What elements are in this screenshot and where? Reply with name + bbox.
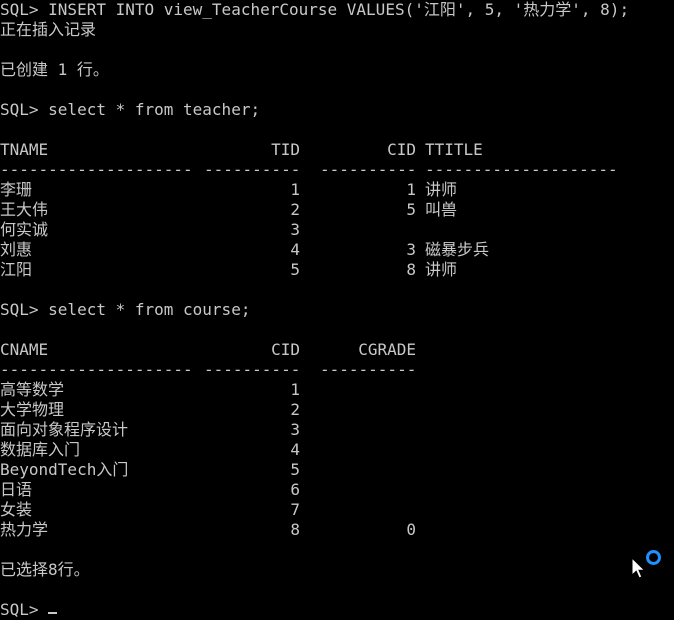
separator-tid: ---------- <box>204 160 301 179</box>
cell-cid: 5 <box>406 200 416 219</box>
table-row: 刘惠 4 3 磁暴步兵 <box>0 240 674 260</box>
cell-cname: 高等数学 <box>0 380 65 399</box>
table-row: BeyondTech入门 5 <box>0 460 674 480</box>
cell-tid: 2 <box>290 200 300 219</box>
cell-cid: 8 <box>290 520 300 539</box>
separator-cid: ---------- <box>204 360 301 379</box>
cell-cgrade <box>320 420 416 440</box>
table-row: 女装 7 <box>0 500 674 520</box>
cell-cid: 3 <box>290 420 300 439</box>
cell-tname: 王大伟 <box>0 200 49 219</box>
cell-ttitle: 讲师 <box>425 180 458 199</box>
cell-cgrade <box>320 460 416 480</box>
cell-cgrade <box>320 400 416 420</box>
terminal-command-course: SQL> select * from course; <box>0 300 251 319</box>
rows-selected-message: 已选择8行。 <box>0 560 90 579</box>
cell-cid: 6 <box>290 480 300 499</box>
cell-cname: 数据库入门 <box>0 440 81 459</box>
cell-cname: BeyondTech入门 <box>0 460 129 479</box>
cell-cid: 2 <box>290 400 300 419</box>
cell-tname: 李珊 <box>0 180 33 199</box>
cell-cgrade <box>320 440 416 460</box>
cell-ttitle <box>425 220 665 240</box>
column-header-cname: CNAME <box>0 340 49 359</box>
cell-cname: 热力学 <box>0 520 49 539</box>
cell-cid: 8 <box>406 260 416 279</box>
terminal-output-top: SQL> INSERT INTO view_TeacherCourse VALU… <box>0 0 674 140</box>
separator-cgrade: ---------- <box>320 360 417 379</box>
cell-tid: 3 <box>290 220 300 239</box>
cell-cid: 4 <box>290 440 300 459</box>
cell-cname: 女装 <box>0 500 33 519</box>
cell-cid: 1 <box>406 180 416 199</box>
cell-cname: 大学物理 <box>0 400 65 419</box>
table-row: 李珊 1 1 讲师 <box>0 180 674 200</box>
table-row: 何实诚 3 <box>0 220 674 240</box>
cell-ttitle: 叫兽 <box>425 200 458 219</box>
column-header-cid: CID <box>271 340 300 359</box>
cell-cname: 日语 <box>0 480 33 499</box>
column-header-cgrade: CGRADE <box>358 340 416 359</box>
cell-tname: 何实诚 <box>0 220 49 239</box>
cell-cname: 面向对象程序设计 <box>0 420 129 439</box>
table-row: 江阳 5 8 讲师 <box>0 260 674 280</box>
separator-ttitle: -------------------- <box>425 160 618 179</box>
cell-cid: 1 <box>290 380 300 399</box>
table-row: 高等数学 1 <box>0 380 674 400</box>
teacher-table-header-row: TNAME TID CID TTITLE <box>0 140 674 160</box>
prompt-label: SQL> <box>0 600 39 619</box>
terminal-line: 正在插入记录 <box>0 20 97 39</box>
column-header-tid: TID <box>271 140 300 159</box>
table-row: 大学物理 2 <box>0 400 674 420</box>
cell-cid: 3 <box>406 240 416 259</box>
cell-cgrade <box>320 480 416 500</box>
cell-tid: 4 <box>290 240 300 259</box>
cell-tname: 刘惠 <box>0 240 33 259</box>
course-result-table: CNAME CID CGRADE -------------------- --… <box>0 340 674 540</box>
cell-tid: 5 <box>290 260 300 279</box>
table-row: 王大伟 2 5 叫兽 <box>0 200 674 220</box>
separator-cid: ---------- <box>320 160 417 179</box>
terminal-window[interactable]: SQL> INSERT INTO view_TeacherCourse VALU… <box>0 0 674 619</box>
separator-tname: -------------------- <box>0 160 193 179</box>
terminal-line: 已创建 1 行。 <box>0 60 109 79</box>
terminal-prompt-line[interactable]: SQL> <box>0 600 674 620</box>
cell-cid: 7 <box>290 500 300 519</box>
cell-tid: 1 <box>290 180 300 199</box>
cell-cgrade: 0 <box>406 520 416 539</box>
terminal-command-teacher: SQL> select * from teacher; <box>0 100 261 119</box>
teacher-table-separator-row: -------------------- ---------- --------… <box>0 160 674 180</box>
course-table-header-row: CNAME CID CGRADE <box>0 340 674 360</box>
column-header-tname: TNAME <box>0 140 49 159</box>
cell-tname: 江阳 <box>0 260 33 279</box>
cell-ttitle: 讲师 <box>425 260 458 279</box>
course-table-separator-row: -------------------- ---------- --------… <box>0 360 674 380</box>
cell-ttitle: 磁暴步兵 <box>425 240 490 259</box>
table-row: 数据库入门 4 <box>0 440 674 460</box>
cell-cgrade <box>320 380 416 400</box>
table-row: 面向对象程序设计 3 <box>0 420 674 440</box>
text-cursor <box>47 612 57 614</box>
separator-cname: -------------------- <box>0 360 193 379</box>
cell-cgrade <box>320 500 416 520</box>
teacher-result-table: TNAME TID CID TTITLE -------------------… <box>0 140 674 280</box>
cell-cid <box>320 220 416 240</box>
terminal-line: SQL> INSERT INTO view_TeacherCourse VALU… <box>0 0 630 19</box>
table-row: 日语 6 <box>0 480 674 500</box>
cell-cid: 5 <box>290 460 300 479</box>
column-header-ttitle: TTITLE <box>425 140 483 159</box>
column-header-cid: CID <box>387 140 416 159</box>
table-row: 热力学 8 0 <box>0 520 674 540</box>
